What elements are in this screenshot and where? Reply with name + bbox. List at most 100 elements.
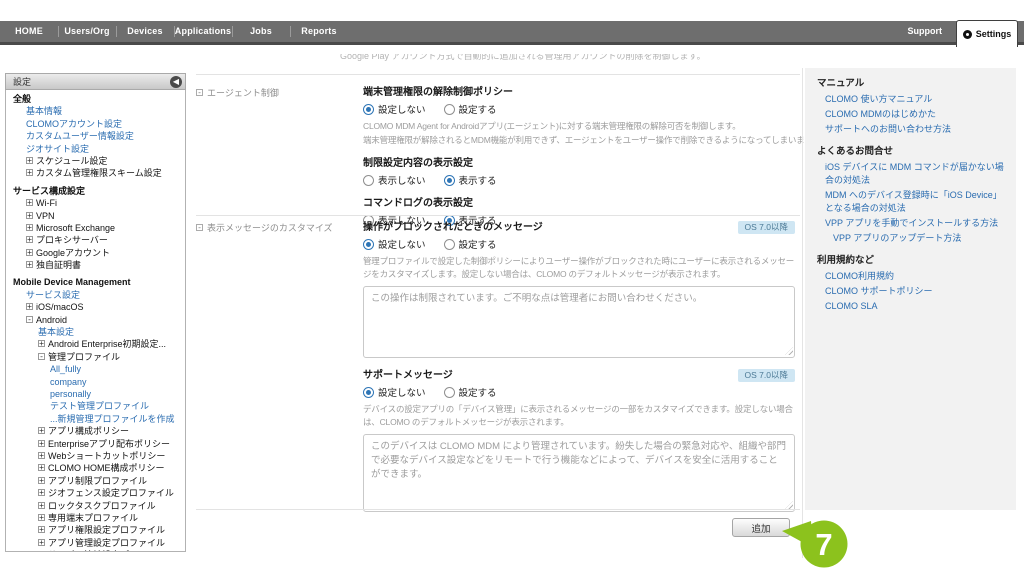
radio-option[interactable]: 設定する <box>444 385 497 399</box>
tree-toggle-icon[interactable]: + <box>26 249 33 256</box>
collapse-section-icon[interactable]: - <box>196 89 203 96</box>
sidebar-item[interactable]: +アプリ制限プロファイル <box>13 475 181 487</box>
tree-toggle-icon[interactable]: + <box>38 514 45 521</box>
sidebar-item[interactable]: +Wi-Fi <box>13 197 181 209</box>
tree-toggle-icon[interactable]: + <box>26 169 33 176</box>
tree-toggle-icon[interactable]: + <box>38 427 45 434</box>
tree-toggle-icon[interactable]: + <box>26 261 33 268</box>
radio-option[interactable]: 設定しない <box>363 385 426 399</box>
radio-option[interactable]: 設定する <box>444 102 497 116</box>
sidebar-item[interactable]: +Webショートカットポリシー <box>13 450 181 462</box>
tree-toggle-icon[interactable]: + <box>26 236 33 243</box>
radio-option[interactable]: 設定しない <box>363 237 426 251</box>
nav-item-label: Applications <box>175 26 231 36</box>
help-item[interactable]: CLOMO利用規約 <box>817 270 1010 283</box>
help-item[interactable]: CLOMO MDMのはじめかた <box>817 108 1010 121</box>
collapse-sidebar-icon[interactable]: ◀ <box>170 76 182 88</box>
sidebar-item[interactable]: personally <box>13 388 181 400</box>
help-item-label: iOS デバイスに MDM コマンドが届かない場合の対処法 <box>825 162 1004 185</box>
help-item[interactable]: VPP アプリのアップデート方法 <box>817 232 1010 245</box>
sidebar-item[interactable]: 基本設定 <box>13 326 181 338</box>
sidebar-item[interactable]: +VPN <box>13 210 181 222</box>
sidebar-item[interactable]: +ジオフェンス設定プロファイル <box>13 487 181 499</box>
tree-toggle-icon[interactable]: + <box>38 477 45 484</box>
sidebar-item[interactable]: +独自証明書 <box>13 259 181 271</box>
radio-option[interactable]: 表示しない <box>363 173 426 187</box>
tree-toggle-icon[interactable]: + <box>26 224 33 231</box>
sidebar-item[interactable]: All_fully <box>13 363 181 375</box>
sidebar-item[interactable]: +ロックタスクプロファイル <box>13 500 181 512</box>
sidebar-item[interactable]: company <box>13 376 181 388</box>
sidebar-item[interactable]: +iOS/macOS <box>13 301 181 313</box>
sidebar-item[interactable]: +専用端末プロファイル <box>13 512 181 524</box>
tree-toggle-icon[interactable]: - <box>26 316 33 323</box>
nav-item[interactable]: Devices <box>116 21 174 42</box>
help-item[interactable]: iOS デバイスに MDM コマンドが届かない場合の対処法 <box>817 161 1010 187</box>
help-item[interactable]: CLOMO サポートポリシー <box>817 285 1010 298</box>
tab-settings[interactable]: Settings <box>956 20 1018 47</box>
sidebar-item[interactable]: サービス設定 <box>13 289 181 301</box>
sidebar-item[interactable]: CLOMOアカウント設定 <box>13 118 181 130</box>
nav-item-label: Devices <box>127 26 162 36</box>
section-label-message-customize[interactable]: -表示メッセージのカスタマイズ <box>196 221 363 523</box>
help-item[interactable]: CLOMO 使い方マニュアル <box>817 93 1010 106</box>
sidebar-item[interactable]: +サービス接続設定プロファイル <box>13 549 181 552</box>
blocked-message-textarea[interactable]: この操作は制限されています。ご不明な点は管理者にお問い合わせください。 <box>363 286 795 358</box>
sidebar-item[interactable]: ...新規管理プロファイルを作成 <box>13 413 181 425</box>
tree-toggle-icon[interactable]: + <box>38 464 45 471</box>
sidebar-item[interactable]: カスタムユーザー情報設定 <box>13 130 181 142</box>
sidebar-item[interactable]: +カスタム管理権限スキーム設定 <box>13 167 181 179</box>
radio-option[interactable]: 設定しない <box>363 102 426 116</box>
nav-item[interactable]: Users/Org <box>58 21 116 42</box>
radio-icon[interactable] <box>444 387 455 398</box>
nav-item[interactable]: HOME <box>0 21 58 42</box>
help-item[interactable]: VPP アプリを手動でインストールする方法 <box>817 217 1010 230</box>
radio-option[interactable]: 表示する <box>444 173 497 187</box>
tree-toggle-icon[interactable]: + <box>26 303 33 310</box>
sidebar-item[interactable]: +Enterpriseアプリ配布ポリシー <box>13 438 181 450</box>
collapse-section-icon[interactable]: - <box>196 224 203 231</box>
tree-toggle-icon[interactable]: - <box>38 353 45 360</box>
sidebar-item[interactable]: +アプリ権限設定プロファイル <box>13 524 181 536</box>
help-item[interactable]: CLOMO SLA <box>817 300 1010 313</box>
nav-item[interactable]: Jobs <box>232 21 290 42</box>
radio-icon[interactable] <box>363 175 374 186</box>
radio-icon[interactable] <box>363 104 374 115</box>
sidebar-item[interactable]: -管理プロファイル <box>13 351 181 363</box>
sidebar-item[interactable]: ジオサイト設定 <box>13 143 181 155</box>
tree-toggle-icon[interactable]: + <box>38 489 45 496</box>
radio-icon[interactable] <box>444 104 455 115</box>
tree-toggle-icon[interactable]: + <box>38 440 45 447</box>
sidebar-item[interactable]: テスト管理プロファイル <box>13 400 181 412</box>
radio-icon[interactable] <box>444 175 455 186</box>
tree-toggle-icon[interactable]: + <box>26 199 33 206</box>
sidebar-item[interactable]: +スケジュール設定 <box>13 155 181 167</box>
sidebar-item[interactable]: 基本情報 <box>13 105 181 117</box>
sidebar-item[interactable]: +プロキシサーバー <box>13 234 181 246</box>
tree-toggle-icon[interactable]: + <box>38 539 45 546</box>
radio-icon[interactable] <box>363 239 374 250</box>
sidebar-item[interactable]: -Android <box>13 314 181 326</box>
tree-toggle-icon[interactable]: + <box>38 502 45 509</box>
nav-item[interactable]: Applications <box>174 21 232 42</box>
help-item[interactable]: MDM へのデバイス登録時に「iOS Device」となる場合の対処法 <box>817 189 1010 215</box>
sidebar-item[interactable]: +Microsoft Exchange <box>13 222 181 234</box>
tree-toggle-icon[interactable]: + <box>38 551 45 552</box>
tree-toggle-icon[interactable]: + <box>26 157 33 164</box>
nav-support-link[interactable]: Support <box>908 21 943 42</box>
tree-toggle-icon[interactable]: + <box>38 340 45 347</box>
sidebar-item[interactable]: +アプリ構成ポリシー <box>13 425 181 437</box>
radio-icon[interactable] <box>363 387 374 398</box>
radio-icon[interactable] <box>444 239 455 250</box>
support-message-textarea[interactable]: このデバイスは CLOMO MDM により管理されています。紛失した場合の緊急対… <box>363 434 795 512</box>
sidebar-item[interactable]: +CLOMO HOME構成ポリシー <box>13 462 181 474</box>
help-item[interactable]: サポートへのお問い合わせ方法 <box>817 123 1010 136</box>
tree-toggle-icon[interactable]: + <box>38 452 45 459</box>
sidebar-item[interactable]: +Android Enterprise初期設定... <box>13 338 181 350</box>
sidebar-item[interactable]: +アプリ管理設定プロファイル <box>13 537 181 549</box>
tree-toggle-icon[interactable]: + <box>26 212 33 219</box>
radio-option[interactable]: 設定する <box>444 237 497 251</box>
nav-item[interactable]: Reports <box>290 21 348 42</box>
tree-toggle-icon[interactable]: + <box>38 526 45 533</box>
sidebar-item[interactable]: +Googleアカウント <box>13 247 181 259</box>
